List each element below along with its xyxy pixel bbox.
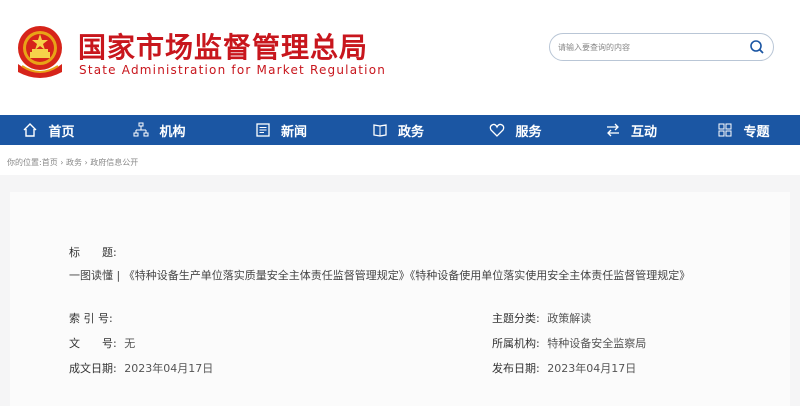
nav-label-home: 首页 xyxy=(48,124,75,140)
org-icon xyxy=(133,122,149,137)
docno-row: 文 号: 无 xyxy=(69,335,135,351)
search-icon[interactable] xyxy=(749,39,765,55)
search-box xyxy=(549,33,774,61)
nav-item-org[interactable]: 机构 xyxy=(97,115,222,145)
docno-label: 文 号: xyxy=(69,337,117,350)
nav-item-interaction[interactable]: 互动 xyxy=(575,115,687,145)
published-date-value: 2023年04月17日 xyxy=(547,362,637,375)
nav-item-topic[interactable]: 专题 xyxy=(687,115,800,145)
nav-label-topic: 专题 xyxy=(743,124,770,140)
title-label: 标 题: xyxy=(69,246,117,259)
interaction-icon xyxy=(606,123,619,137)
document-title[interactable]: 一图读懂 | 《特种设备生产单位落实质量安全主体责任监督管理规定》《特种设备使用… xyxy=(69,268,729,283)
topic-icon xyxy=(718,123,732,137)
home-icon xyxy=(23,123,37,137)
site-title[interactable]: 国家市场监督管理总局 xyxy=(78,26,368,66)
nav-item-news[interactable]: 新闻 xyxy=(222,115,340,145)
nav-item-home[interactable]: 首页 xyxy=(0,115,97,145)
search-input[interactable] xyxy=(558,39,743,55)
site-header: 国家市场监督管理总局 State Administration for Mark… xyxy=(0,0,800,110)
category-row: 主题分类: 政策解读 xyxy=(492,310,591,326)
title-row: 标 题: xyxy=(69,244,117,260)
nav-item-service[interactable]: 服务 xyxy=(456,115,575,145)
index-row: 索 引 号: xyxy=(69,310,113,326)
site-title-en: State Administration for Market Regulati… xyxy=(79,63,387,77)
org-row: 所属机构: 特种设备安全监察局 xyxy=(492,335,646,351)
published-date-label: 发布日期: xyxy=(492,362,540,375)
breadcrumb[interactable]: 你的位置:首页 › 政务 › 政府信息公开 xyxy=(7,157,138,168)
org-label: 所属机构: xyxy=(492,337,540,350)
nav-item-affairs[interactable]: 政务 xyxy=(340,115,456,145)
main-nav: 首页 机构 新闻 政务 服务 互动 专题 xyxy=(0,115,800,145)
created-date-label: 成文日期: xyxy=(69,362,117,375)
service-icon xyxy=(490,123,505,137)
org-value: 特种设备安全监察局 xyxy=(547,337,647,350)
category-value: 政策解读 xyxy=(547,312,592,325)
nav-label-service: 服务 xyxy=(515,124,542,140)
created-date-value: 2023年04月17日 xyxy=(124,362,214,375)
news-icon xyxy=(256,123,270,137)
published-date-row: 发布日期: 2023年04月17日 xyxy=(492,360,636,376)
index-label: 索 引 号: xyxy=(69,312,113,325)
category-label: 主题分类: xyxy=(492,312,540,325)
nav-label-org: 机构 xyxy=(159,124,186,140)
nav-label-affairs: 政务 xyxy=(397,124,424,140)
affairs-icon xyxy=(373,124,387,137)
nav-label-interaction: 互动 xyxy=(630,124,657,140)
created-date-row: 成文日期: 2023年04月17日 xyxy=(69,360,213,376)
national-emblem-icon[interactable] xyxy=(12,22,68,82)
docno-value: 无 xyxy=(124,337,136,350)
nav-label-news: 新闻 xyxy=(280,124,307,140)
